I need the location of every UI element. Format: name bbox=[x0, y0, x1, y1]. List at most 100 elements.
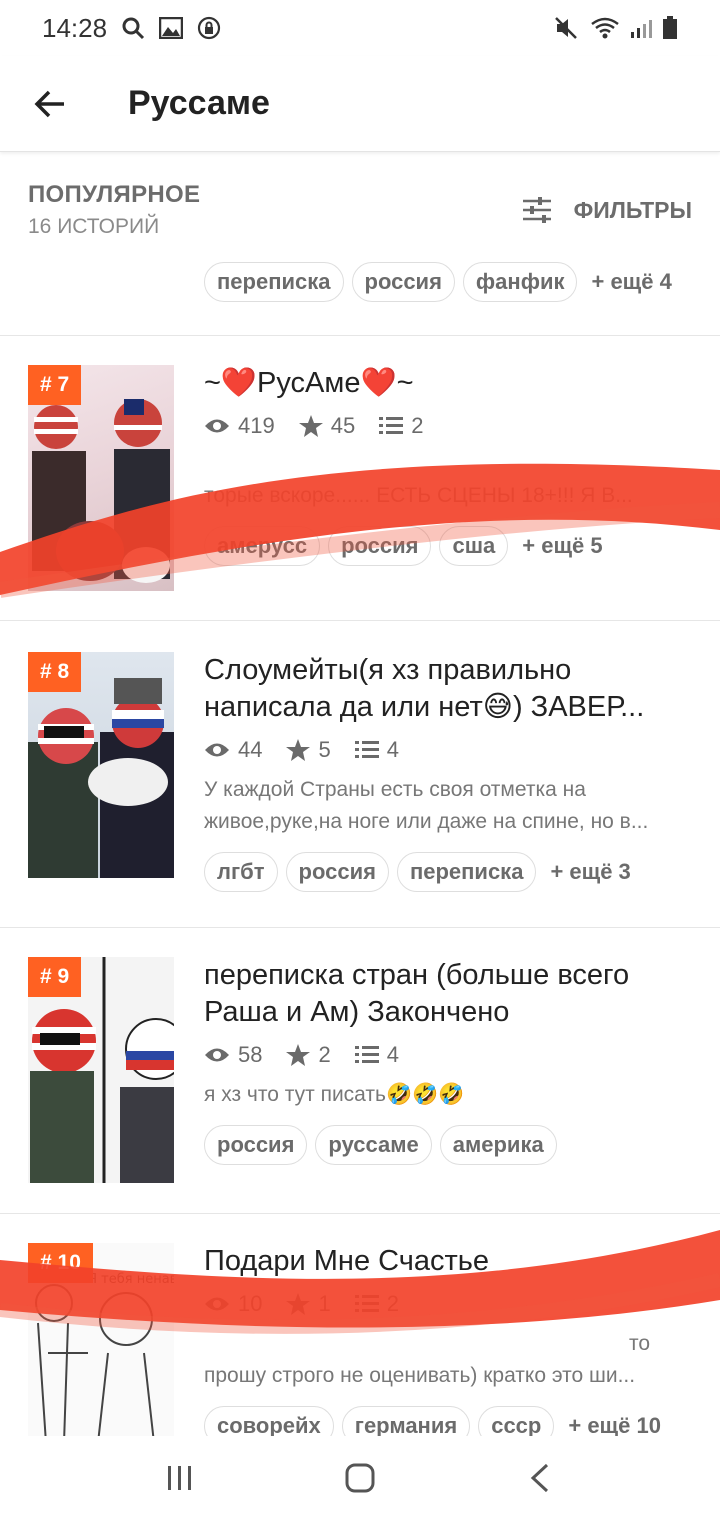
filters-label: ФИЛЬТРЫ bbox=[573, 196, 692, 223]
more-tags[interactable]: + ещё 5 bbox=[522, 533, 602, 559]
rank-badge: # 10 bbox=[28, 1243, 93, 1283]
search-icon bbox=[121, 16, 145, 40]
story-title[interactable]: ~❤️РусАме❤️~ bbox=[204, 365, 698, 402]
system-nav-bar bbox=[0, 1436, 720, 1520]
rank-badge: # 8 bbox=[28, 652, 82, 692]
tag[interactable]: россия bbox=[351, 262, 455, 302]
story-tags: амерусс россия сша + ещё 5 bbox=[204, 526, 698, 566]
stars-count: 1 bbox=[318, 1291, 331, 1316]
story-tags: лгбт россия переписка + ещё 3 bbox=[204, 852, 698, 892]
views-count: 44 bbox=[238, 737, 263, 762]
status-bar: 14:28 bbox=[0, 0, 720, 56]
story-tags: россия руссаме америка bbox=[204, 1125, 698, 1165]
chevron-left-icon bbox=[530, 1463, 549, 1493]
home-button[interactable] bbox=[320, 1448, 400, 1508]
back-nav-button[interactable] bbox=[500, 1448, 580, 1508]
story-item[interactable]: # 8 Слоумейты(я хз правильно написала да… bbox=[0, 622, 720, 928]
story-item[interactable]: # 7 ~❤️РусАме❤️~ 419 45 2 торые вскоре..… bbox=[0, 337, 720, 621]
sort-selector[interactable]: ПОПУЛЯРНОЕ 16 ИСТОРИЙ bbox=[28, 181, 200, 239]
gallery-icon bbox=[159, 17, 184, 39]
parts-list-icon bbox=[379, 417, 404, 434]
filters-icon bbox=[522, 197, 551, 223]
views-count: 58 bbox=[238, 1042, 263, 1067]
star-icon bbox=[286, 739, 311, 761]
star-icon bbox=[298, 415, 323, 437]
home-icon bbox=[345, 1463, 375, 1493]
stars-count: 45 bbox=[330, 413, 356, 438]
story-title[interactable]: Слоумейты(я хз правильно написала да или… bbox=[204, 652, 698, 726]
story-description: торые вскоре...... ЕСТЬ СЦЕНЫ 18+!!! Я В… bbox=[204, 484, 633, 507]
rank-badge: # 7 bbox=[28, 365, 82, 405]
wifi-icon bbox=[590, 16, 620, 40]
tag[interactable]: переписка bbox=[396, 852, 537, 892]
back-arrow-icon bbox=[34, 90, 64, 117]
back-button[interactable] bbox=[2, 56, 98, 152]
parts-count: 4 bbox=[386, 737, 399, 762]
app-bar: Руссаме bbox=[0, 56, 720, 152]
recent-apps-icon bbox=[168, 1466, 191, 1490]
stars-count: 2 bbox=[318, 1042, 331, 1067]
status-time: 14:28 bbox=[42, 12, 108, 43]
tag[interactable]: руссаме bbox=[315, 1125, 432, 1165]
filters-button[interactable]: ФИЛЬТРЫ bbox=[522, 197, 692, 224]
tag[interactable]: лгбт bbox=[204, 852, 278, 892]
battery-icon bbox=[662, 16, 678, 40]
eye-icon bbox=[205, 1048, 229, 1062]
story-tags: соворейх германия ссср + ещё 10 bbox=[204, 1406, 698, 1436]
story-title[interactable]: переписка стран (больше всего Раша и Ам)… bbox=[204, 957, 698, 1031]
parts-list-icon bbox=[354, 1295, 379, 1312]
cover-caption: Я тебя ненавиж bbox=[88, 1272, 174, 1287]
parts-list-icon bbox=[354, 741, 379, 758]
story-item[interactable]: # 10 Я тебя ненавиж Подари Мне Счастье 1… bbox=[0, 1215, 720, 1436]
views-count: 419 bbox=[238, 413, 275, 438]
tag[interactable]: фанфик bbox=[462, 262, 578, 302]
lock-circle-icon bbox=[197, 16, 221, 40]
story-cover: # 7 bbox=[28, 365, 174, 591]
story-stats: 44 5 4 bbox=[204, 736, 698, 764]
more-tags[interactable]: + ещё 10 bbox=[568, 1413, 661, 1436]
story-stats: 419 45 2 bbox=[204, 412, 698, 440]
eye-icon bbox=[205, 419, 229, 433]
tag[interactable]: германия bbox=[341, 1406, 471, 1436]
recent-apps-button[interactable] bbox=[140, 1448, 220, 1508]
more-tags[interactable]: + ещё 4 bbox=[591, 269, 671, 295]
parts-count: 2 bbox=[411, 413, 424, 438]
parts-count: 2 bbox=[386, 1291, 399, 1316]
eye-icon bbox=[205, 743, 229, 757]
tag[interactable]: россия bbox=[204, 1125, 308, 1165]
story-item[interactable]: # 9 переписка стран (больше всего Раша и… bbox=[0, 929, 720, 1214]
parts-count: 4 bbox=[386, 1042, 399, 1067]
tag[interactable]: переписка bbox=[204, 262, 344, 302]
previous-story-tags: переписка россия фанфик + ещё 4 bbox=[0, 262, 720, 336]
tag[interactable]: россия bbox=[285, 852, 389, 892]
tag[interactable]: амерусс bbox=[204, 526, 321, 566]
story-cover: # 10 Я тебя ненавиж bbox=[28, 1243, 174, 1436]
signal-icon bbox=[630, 17, 652, 39]
tag[interactable]: соворейх bbox=[204, 1406, 334, 1436]
story-stats: 10 1 2 bbox=[204, 1290, 698, 1318]
story-description: У каждой Страны есть своя отметка на жив… bbox=[204, 778, 649, 833]
section-header: ПОПУЛЯРНОЕ 16 ИСТОРИЙ ФИЛЬТРЫ bbox=[0, 160, 720, 260]
parts-list-icon bbox=[354, 1046, 379, 1063]
tag[interactable]: америка bbox=[439, 1125, 557, 1165]
views-count: 10 bbox=[238, 1291, 263, 1316]
stars-count: 5 bbox=[318, 737, 331, 762]
eye-icon bbox=[205, 1297, 229, 1311]
story-cover: # 8 bbox=[28, 652, 174, 878]
story-count: 16 ИСТОРИЙ bbox=[28, 215, 160, 238]
tag[interactable]: сша bbox=[439, 526, 509, 566]
star-icon bbox=[286, 1293, 311, 1315]
more-tags[interactable]: + ещё 3 bbox=[550, 859, 630, 885]
story-title[interactable]: Подари Мне Счастье bbox=[204, 1243, 698, 1280]
story-description: я хз что тут писать🤣🤣🤣 bbox=[204, 1083, 465, 1106]
story-stats: 58 2 4 bbox=[204, 1041, 698, 1069]
mute-icon bbox=[554, 16, 580, 40]
star-icon bbox=[286, 1044, 311, 1066]
rank-badge: # 9 bbox=[28, 957, 82, 997]
story-cover: # 9 bbox=[28, 957, 174, 1183]
tag[interactable]: россия bbox=[328, 526, 432, 566]
story-description: то прошу строго не оценивать) кратко это… bbox=[204, 1332, 650, 1387]
sort-label: ПОПУЛЯРНОЕ bbox=[28, 181, 201, 208]
tag[interactable]: ссср bbox=[478, 1406, 555, 1436]
page-title: Руссаме bbox=[128, 84, 270, 122]
